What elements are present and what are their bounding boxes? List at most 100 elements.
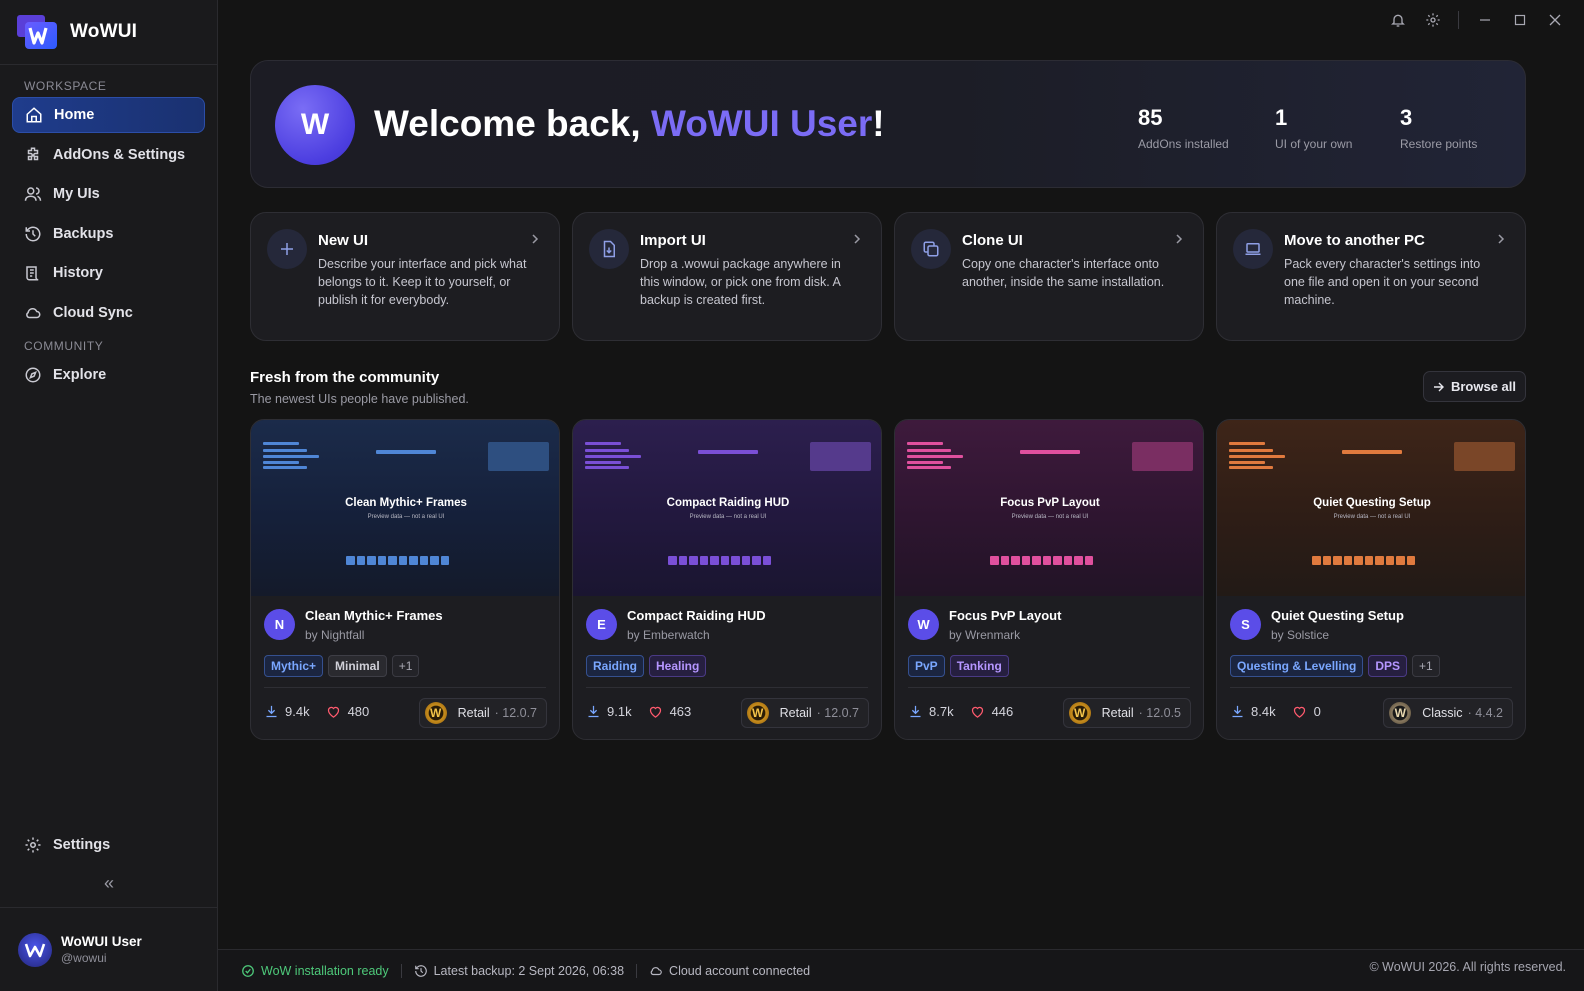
action-title: New UI	[318, 232, 369, 249]
preview-bar-segment	[398, 556, 407, 565]
sidebar-item-home[interactable]: Home	[12, 97, 205, 133]
sidebar-item-backups[interactable]: Backups	[12, 216, 205, 252]
status-divider	[400, 963, 402, 978]
cloud-icon	[650, 966, 662, 975]
preview-line	[376, 450, 436, 454]
card-author[interactable]: by Emberwatch	[627, 628, 710, 642]
card-title: Compact Raiding HUD	[627, 608, 766, 623]
browse-all-button[interactable]: Browse all	[1423, 371, 1526, 402]
action-icon-wrap	[267, 229, 307, 269]
section-community: COMMUNITY	[24, 338, 104, 353]
tag[interactable]: DPS	[1368, 655, 1408, 677]
section-subtitle: The newest UIs people have published.	[250, 392, 469, 406]
card-author[interactable]: by Solstice	[1271, 628, 1329, 642]
maximize-icon	[1514, 14, 1526, 26]
tag[interactable]: Tanking	[949, 655, 1009, 677]
preview-bar-segment	[388, 556, 397, 565]
close-button[interactable]	[1544, 9, 1566, 31]
preview-bar-segment	[689, 556, 698, 565]
preview-bar-segment	[1375, 556, 1384, 565]
tag[interactable]: +1	[391, 655, 420, 677]
ui-card[interactable]: Quiet Questing Setup Preview data — not a…	[1216, 419, 1526, 740]
heart-icon[interactable]	[1292, 704, 1307, 719]
ui-preview[interactable]: Quiet Questing Setup Preview data — not a…	[1217, 420, 1525, 596]
ui-card[interactable]: Clean Mythic+ Frames Preview data — not a…	[250, 419, 560, 740]
heart-icon[interactable]	[970, 704, 985, 719]
ui-card[interactable]: Focus PvP Layout Preview data — not a rea…	[894, 419, 1204, 740]
tag[interactable]: Healing	[649, 655, 707, 677]
install-status-text: WoW installation ready	[261, 963, 389, 978]
preview-line	[585, 461, 621, 464]
game-version: · 12.0.7	[816, 706, 859, 720]
import-ui-card[interactable]: Import UI Drop a .wowui package anywhere…	[572, 212, 882, 341]
tag-list: Raiding Healing	[586, 655, 711, 677]
card-stats: 9.1k 463	[586, 704, 691, 719]
stat-addons: 85 AddOns installed	[1138, 105, 1229, 151]
avatar: N	[264, 609, 295, 640]
welcome-banner: W Welcome back, WoWUI User! 85 AddOns in…	[250, 60, 1526, 188]
tag[interactable]: Minimal	[328, 655, 387, 677]
titlebar-divider	[1458, 11, 1459, 29]
stat-value: 1	[1275, 105, 1288, 130]
clone-ui-card[interactable]: Clone UI Copy one character's interface …	[894, 212, 1204, 341]
preview-bar-segment	[377, 556, 386, 565]
preview-title: Compact Raiding HUD	[666, 497, 790, 509]
sidebar-item-my-uis[interactable]: My UIs	[12, 176, 205, 212]
game-version-badge: W Classic · 4.4.2	[1383, 698, 1513, 728]
tag[interactable]: Mythic+	[264, 655, 324, 677]
page-title: Welcome back, WoWUI User!	[374, 103, 885, 145]
preview-bar-segment	[1385, 556, 1394, 565]
sidebar-item-explore[interactable]: Explore	[12, 357, 205, 393]
tag[interactable]: Questing & Levelling	[1230, 655, 1364, 677]
preview-bar-segment	[1074, 556, 1083, 565]
preview-bar-segment	[1084, 556, 1093, 565]
sidebar-item-cloud-sync[interactable]: Cloud Sync	[12, 295, 205, 331]
maximize-button[interactable]	[1509, 9, 1531, 31]
sidebar-item-history[interactable]: History	[12, 255, 205, 291]
preview-box	[1132, 442, 1193, 471]
cloud-status-text: Cloud account connected	[669, 963, 811, 978]
action-icon-wrap	[911, 229, 951, 269]
user-profile[interactable]: WoWUI User @wowui	[0, 907, 217, 991]
compass-icon	[25, 367, 41, 383]
avatar	[18, 932, 52, 967]
stat-label: UI of your own	[1275, 137, 1353, 151]
sidebar-item-settings[interactable]: Settings	[12, 827, 206, 863]
card-author[interactable]: by Wrenmark	[949, 628, 1020, 642]
game-flavor: Retail	[457, 706, 490, 720]
tag[interactable]: +1	[1412, 655, 1440, 677]
preview-bar-segment	[1053, 556, 1062, 565]
ui-preview[interactable]: Compact Raiding HUD Preview data — not a …	[573, 420, 881, 596]
tag[interactable]: Raiding	[586, 655, 644, 677]
tag[interactable]: PvP	[908, 655, 945, 677]
preview-bar	[668, 556, 773, 565]
minimize-button[interactable]	[1474, 9, 1496, 31]
game-version: · 12.0.7	[494, 706, 537, 720]
preview-bar-segment	[1021, 556, 1030, 565]
game-version: · 12.0.5	[1138, 706, 1181, 720]
avatar: E	[586, 609, 617, 640]
like-count: 0	[1313, 704, 1321, 719]
chevron-right-icon	[1176, 234, 1183, 244]
heart-icon[interactable]	[648, 704, 663, 719]
action-description: Pack every character's settings into one…	[1284, 257, 1481, 307]
new-ui-card[interactable]: New UI Describe your interface and pick …	[250, 212, 560, 341]
notifications-button[interactable]	[1387, 9, 1409, 31]
ui-preview[interactable]: Focus PvP Layout Preview data — not a rea…	[895, 420, 1203, 596]
sidebar-item-addons-settings[interactable]: AddOns & Settings	[12, 137, 205, 173]
preview-bar-segment	[346, 556, 355, 565]
settings-button[interactable]	[1422, 9, 1444, 31]
collapse-sidebar-button[interactable]: «	[98, 872, 120, 894]
ui-card[interactable]: Compact Raiding HUD Preview data — not a …	[572, 419, 882, 740]
cloud-icon	[26, 307, 41, 319]
ui-preview[interactable]: Clean Mythic+ Frames Preview data — not a…	[251, 420, 559, 596]
move-pc-card[interactable]: Move to another PC Pack every character'…	[1216, 212, 1526, 341]
history-icon	[414, 964, 427, 977]
game-flavor: Classic	[1422, 706, 1463, 720]
like-count: 463	[669, 704, 692, 719]
minimize-icon	[1480, 19, 1490, 21]
download-icon	[910, 705, 921, 718]
heart-icon[interactable]	[326, 704, 341, 719]
card-author[interactable]: by Nightfall	[305, 628, 364, 642]
sidebar-item-label: Explore	[53, 366, 107, 383]
